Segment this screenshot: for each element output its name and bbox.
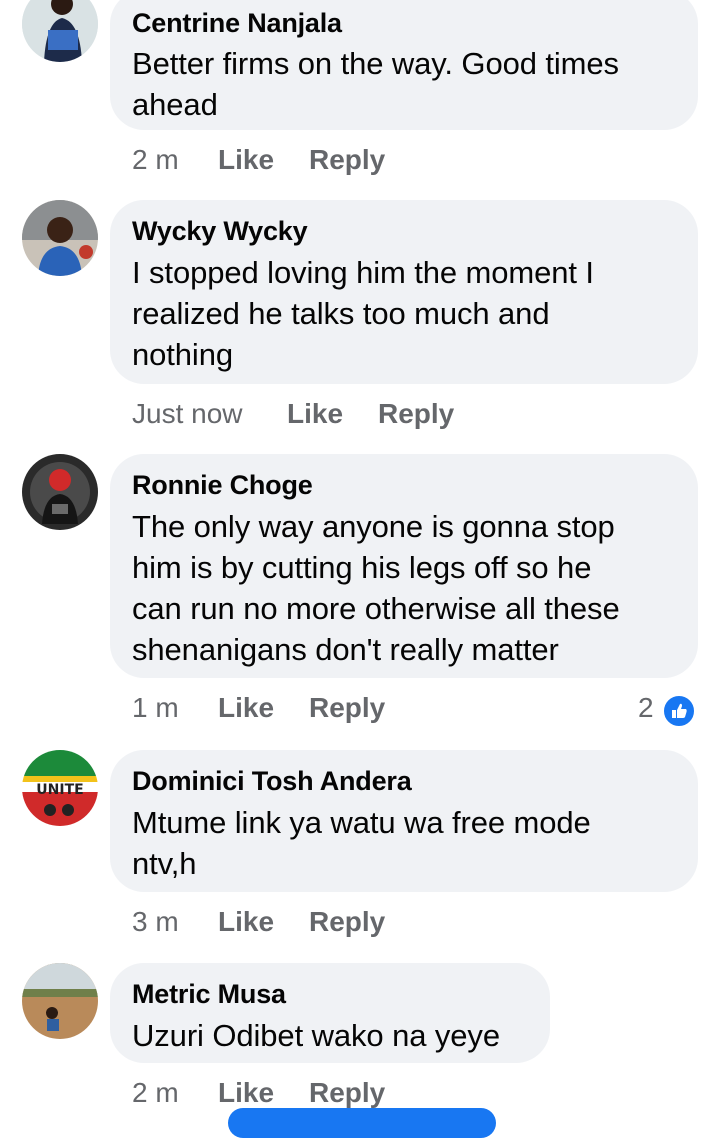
comment-item: UNITE Dominici Tosh Andera Mtume link ya… bbox=[0, 750, 720, 950]
comment-text-line: ahead bbox=[132, 87, 218, 122]
comment-actions: 2 m Like Reply bbox=[132, 1073, 532, 1113]
reply-button[interactable]: Reply bbox=[309, 1073, 385, 1113]
comment-text-line: Mtume link ya watu wa free mode bbox=[132, 805, 591, 840]
comment-author[interactable]: Metric Musa bbox=[132, 979, 528, 1009]
reply-button[interactable]: Reply bbox=[309, 902, 385, 942]
comment-text-line: him is by cutting his legs off so he bbox=[132, 550, 592, 585]
comment-author[interactable]: Dominici Tosh Andera bbox=[132, 766, 676, 796]
comment-text-line: nothing bbox=[132, 337, 234, 372]
comment-actions: 2 m Like Reply bbox=[132, 140, 532, 180]
comment-timestamp[interactable]: 1 m bbox=[132, 688, 179, 728]
comment-author[interactable]: Wycky Wycky bbox=[132, 216, 676, 246]
like-button[interactable]: Like bbox=[218, 1073, 274, 1113]
comment-bubble: Metric Musa Uzuri Odibet wako na yeye bbox=[110, 963, 550, 1063]
reaction-summary[interactable]: 2 bbox=[638, 688, 698, 728]
floating-action-button[interactable] bbox=[228, 1108, 496, 1138]
avatar[interactable] bbox=[22, 200, 98, 276]
comment-timestamp[interactable]: 2 m bbox=[132, 140, 179, 180]
comment-item: Wycky Wycky I stopped loving him the mom… bbox=[0, 200, 720, 440]
comment-actions: Just now Like Reply bbox=[132, 394, 532, 434]
comment-text-line: Better firms on the way. Good times bbox=[132, 46, 619, 81]
avatar-logo-text: UNITE bbox=[36, 782, 83, 798]
comment-author[interactable]: Ronnie Choge bbox=[132, 470, 676, 500]
comment-item: Centrine Nanjala Better firms on the way… bbox=[0, 0, 720, 190]
reaction-count: 2 bbox=[638, 692, 654, 723]
comment-item: Ronnie Choge The only way anyone is gonn… bbox=[0, 454, 720, 734]
comment-bubble: Ronnie Choge The only way anyone is gonn… bbox=[110, 454, 698, 678]
comment-actions: 3 m Like Reply bbox=[132, 902, 532, 942]
like-button[interactable]: Like bbox=[218, 902, 274, 942]
comment-actions: 1 m Like Reply bbox=[132, 688, 532, 728]
reply-button[interactable]: Reply bbox=[378, 394, 454, 434]
comment-text-line: can run no more otherwise all these bbox=[132, 591, 620, 626]
comment-item: Metric Musa Uzuri Odibet wako na yeye 2 … bbox=[0, 963, 720, 1113]
comment-text-line: ntv,h bbox=[132, 846, 197, 881]
comment-bubble: Dominici Tosh Andera Mtume link ya watu … bbox=[110, 750, 698, 892]
comment-text-line: The only way anyone is gonna stop bbox=[132, 509, 615, 544]
comment-text-line: shenanigans don't really matter bbox=[132, 632, 559, 667]
comment-bubble: Centrine Nanjala Better firms on the way… bbox=[110, 0, 698, 130]
comment-timestamp[interactable]: Just now bbox=[132, 394, 243, 434]
like-button[interactable]: Like bbox=[218, 688, 274, 728]
thumbs-up-icon bbox=[662, 694, 696, 728]
like-button[interactable]: Like bbox=[287, 394, 343, 434]
avatar[interactable] bbox=[22, 0, 98, 62]
avatar[interactable]: UNITE bbox=[22, 750, 98, 826]
comment-timestamp[interactable]: 2 m bbox=[132, 1073, 179, 1113]
comment-text-line: Uzuri Odibet wako na yeye bbox=[132, 1018, 500, 1053]
like-button[interactable]: Like bbox=[218, 140, 274, 180]
comment-timestamp[interactable]: 3 m bbox=[132, 902, 179, 942]
reply-button[interactable]: Reply bbox=[309, 688, 385, 728]
avatar[interactable] bbox=[22, 454, 98, 530]
comment-text-line: I stopped loving him the moment I bbox=[132, 255, 594, 290]
avatar[interactable] bbox=[22, 963, 98, 1039]
comment-text-line: realized he talks too much and bbox=[132, 296, 550, 331]
comment-author[interactable]: Centrine Nanjala bbox=[132, 8, 676, 38]
comment-bubble: Wycky Wycky I stopped loving him the mom… bbox=[110, 200, 698, 384]
reply-button[interactable]: Reply bbox=[309, 140, 385, 180]
